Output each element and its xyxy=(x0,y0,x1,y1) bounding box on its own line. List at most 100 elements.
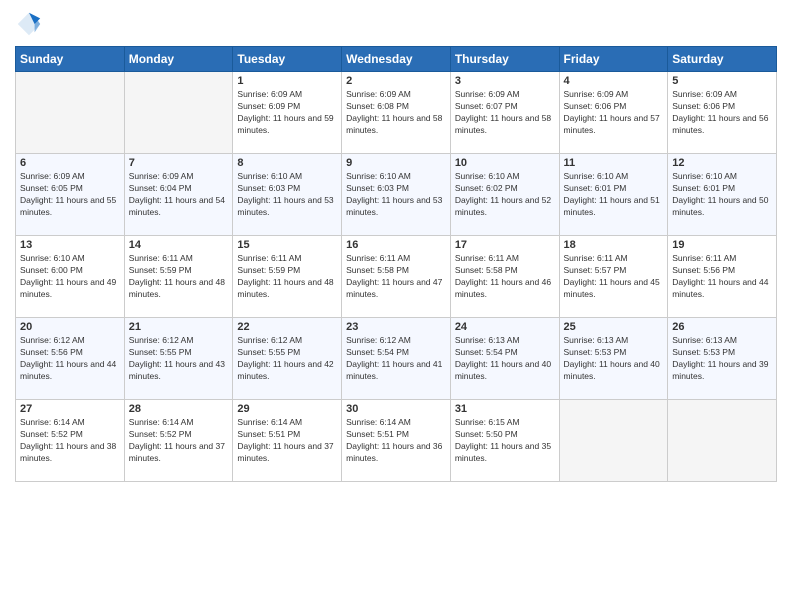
calendar-cell: 3 Sunrise: 6:09 AM Sunset: 6:07 PM Daylig… xyxy=(450,72,559,154)
day-info: Sunrise: 6:14 AM Sunset: 5:52 PM Dayligh… xyxy=(129,417,229,465)
calendar-header-tuesday: Tuesday xyxy=(233,47,342,72)
day-number: 4 xyxy=(564,75,664,87)
day-info: Sunrise: 6:13 AM Sunset: 5:53 PM Dayligh… xyxy=(564,335,664,383)
day-number: 15 xyxy=(237,239,337,251)
day-number: 20 xyxy=(20,321,120,333)
day-number: 5 xyxy=(672,75,772,87)
logo xyxy=(15,10,47,38)
day-number: 21 xyxy=(129,321,229,333)
day-info: Sunrise: 6:09 AM Sunset: 6:04 PM Dayligh… xyxy=(129,171,229,219)
day-info: Sunrise: 6:10 AM Sunset: 6:00 PM Dayligh… xyxy=(20,253,120,301)
calendar-cell: 21 Sunrise: 6:12 AM Sunset: 5:55 PM Dayli… xyxy=(124,318,233,400)
calendar-cell: 27 Sunrise: 6:14 AM Sunset: 5:52 PM Dayli… xyxy=(16,400,125,482)
day-number: 11 xyxy=(564,157,664,169)
calendar-week-row: 27 Sunrise: 6:14 AM Sunset: 5:52 PM Dayli… xyxy=(16,400,777,482)
calendar-cell: 4 Sunrise: 6:09 AM Sunset: 6:06 PM Daylig… xyxy=(559,72,668,154)
calendar-cell: 17 Sunrise: 6:11 AM Sunset: 5:58 PM Dayli… xyxy=(450,236,559,318)
day-number: 26 xyxy=(672,321,772,333)
day-info: Sunrise: 6:12 AM Sunset: 5:56 PM Dayligh… xyxy=(20,335,120,383)
calendar-cell: 8 Sunrise: 6:10 AM Sunset: 6:03 PM Daylig… xyxy=(233,154,342,236)
calendar-header-sunday: Sunday xyxy=(16,47,125,72)
day-number: 23 xyxy=(346,321,446,333)
calendar-cell: 26 Sunrise: 6:13 AM Sunset: 5:53 PM Dayli… xyxy=(668,318,777,400)
calendar-week-row: 13Sunrise: 6:10 AM Sunset: 6:00 PM Dayli… xyxy=(16,236,777,318)
day-number: 8 xyxy=(237,157,337,169)
calendar-cell: 7Sunrise: 6:09 AM Sunset: 6:04 PM Daylig… xyxy=(124,154,233,236)
calendar-header-friday: Friday xyxy=(559,47,668,72)
day-number: 3 xyxy=(455,75,555,87)
day-info: Sunrise: 6:11 AM Sunset: 5:58 PM Dayligh… xyxy=(455,253,555,301)
day-info: Sunrise: 6:10 AM Sunset: 6:03 PM Dayligh… xyxy=(237,171,337,219)
day-info: Sunrise: 6:10 AM Sunset: 6:01 PM Dayligh… xyxy=(672,171,772,219)
day-info: Sunrise: 6:09 AM Sunset: 6:09 PM Dayligh… xyxy=(237,89,337,137)
calendar-cell: 9Sunrise: 6:10 AM Sunset: 6:03 PM Daylig… xyxy=(342,154,451,236)
calendar-cell: 19 Sunrise: 6:11 AM Sunset: 5:56 PM Dayli… xyxy=(668,236,777,318)
day-info: Sunrise: 6:14 AM Sunset: 5:51 PM Dayligh… xyxy=(346,417,446,465)
day-number: 14 xyxy=(129,239,229,251)
day-number: 19 xyxy=(672,239,772,251)
calendar-header-saturday: Saturday xyxy=(668,47,777,72)
day-info: Sunrise: 6:13 AM Sunset: 5:54 PM Dayligh… xyxy=(455,335,555,383)
calendar-week-row: 1 Sunrise: 6:09 AM Sunset: 6:09 PM Daylig… xyxy=(16,72,777,154)
day-number: 30 xyxy=(346,403,446,415)
day-info: Sunrise: 6:12 AM Sunset: 5:55 PM Dayligh… xyxy=(129,335,229,383)
logo-icon xyxy=(15,10,43,38)
calendar-cell: 24 Sunrise: 6:13 AM Sunset: 5:54 PM Dayli… xyxy=(450,318,559,400)
calendar-cell: 6Sunrise: 6:09 AM Sunset: 6:05 PM Daylig… xyxy=(16,154,125,236)
calendar-cell xyxy=(559,400,668,482)
day-number: 28 xyxy=(129,403,229,415)
calendar-cell: 30 Sunrise: 6:14 AM Sunset: 5:51 PM Dayli… xyxy=(342,400,451,482)
day-number: 1 xyxy=(237,75,337,87)
calendar-cell: 20 Sunrise: 6:12 AM Sunset: 5:56 PM Dayli… xyxy=(16,318,125,400)
calendar-week-row: 6Sunrise: 6:09 AM Sunset: 6:05 PM Daylig… xyxy=(16,154,777,236)
day-number: 24 xyxy=(455,321,555,333)
calendar-cell: 5 Sunrise: 6:09 AM Sunset: 6:06 PM Daylig… xyxy=(668,72,777,154)
calendar-cell: 25Sunrise: 6:13 AM Sunset: 5:53 PM Dayli… xyxy=(559,318,668,400)
day-number: 29 xyxy=(237,403,337,415)
day-number: 22 xyxy=(237,321,337,333)
calendar-header-wednesday: Wednesday xyxy=(342,47,451,72)
day-info: Sunrise: 6:10 AM Sunset: 6:02 PM Dayligh… xyxy=(455,171,555,219)
calendar-cell: 28 Sunrise: 6:14 AM Sunset: 5:52 PM Dayli… xyxy=(124,400,233,482)
day-number: 17 xyxy=(455,239,555,251)
calendar-table: SundayMondayTuesdayWednesdayThursdayFrid… xyxy=(15,46,777,482)
calendar-cell xyxy=(124,72,233,154)
day-number: 10 xyxy=(455,157,555,169)
calendar-header-row: SundayMondayTuesdayWednesdayThursdayFrid… xyxy=(16,47,777,72)
calendar-cell: 18Sunrise: 6:11 AM Sunset: 5:57 PM Dayli… xyxy=(559,236,668,318)
day-number: 6 xyxy=(20,157,120,169)
calendar-cell: 10 Sunrise: 6:10 AM Sunset: 6:02 PM Dayli… xyxy=(450,154,559,236)
calendar-week-row: 20 Sunrise: 6:12 AM Sunset: 5:56 PM Dayli… xyxy=(16,318,777,400)
page-container: SundayMondayTuesdayWednesdayThursdayFrid… xyxy=(0,0,792,612)
calendar-cell: 12 Sunrise: 6:10 AM Sunset: 6:01 PM Dayli… xyxy=(668,154,777,236)
calendar-cell: 11 Sunrise: 6:10 AM Sunset: 6:01 PM Dayli… xyxy=(559,154,668,236)
day-number: 2 xyxy=(346,75,446,87)
calendar-cell: 16Sunrise: 6:11 AM Sunset: 5:58 PM Dayli… xyxy=(342,236,451,318)
calendar-cell xyxy=(668,400,777,482)
day-info: Sunrise: 6:11 AM Sunset: 5:59 PM Dayligh… xyxy=(237,253,337,301)
day-info: Sunrise: 6:09 AM Sunset: 6:07 PM Dayligh… xyxy=(455,89,555,137)
day-info: Sunrise: 6:14 AM Sunset: 5:51 PM Dayligh… xyxy=(237,417,337,465)
calendar-cell: 31Sunrise: 6:15 AM Sunset: 5:50 PM Dayli… xyxy=(450,400,559,482)
calendar-cell: 13Sunrise: 6:10 AM Sunset: 6:00 PM Dayli… xyxy=(16,236,125,318)
day-info: Sunrise: 6:11 AM Sunset: 5:58 PM Dayligh… xyxy=(346,253,446,301)
day-info: Sunrise: 6:11 AM Sunset: 5:56 PM Dayligh… xyxy=(672,253,772,301)
day-info: Sunrise: 6:10 AM Sunset: 6:01 PM Dayligh… xyxy=(564,171,664,219)
calendar-header-monday: Monday xyxy=(124,47,233,72)
header xyxy=(15,10,777,38)
day-info: Sunrise: 6:13 AM Sunset: 5:53 PM Dayligh… xyxy=(672,335,772,383)
day-info: Sunrise: 6:14 AM Sunset: 5:52 PM Dayligh… xyxy=(20,417,120,465)
day-info: Sunrise: 6:09 AM Sunset: 6:06 PM Dayligh… xyxy=(564,89,664,137)
day-number: 12 xyxy=(672,157,772,169)
day-info: Sunrise: 6:09 AM Sunset: 6:08 PM Dayligh… xyxy=(346,89,446,137)
calendar-cell: 1 Sunrise: 6:09 AM Sunset: 6:09 PM Daylig… xyxy=(233,72,342,154)
day-info: Sunrise: 6:11 AM Sunset: 5:57 PM Dayligh… xyxy=(564,253,664,301)
day-info: Sunrise: 6:09 AM Sunset: 6:06 PM Dayligh… xyxy=(672,89,772,137)
calendar-cell xyxy=(16,72,125,154)
calendar-cell: 2 Sunrise: 6:09 AM Sunset: 6:08 PM Daylig… xyxy=(342,72,451,154)
day-info: Sunrise: 6:10 AM Sunset: 6:03 PM Dayligh… xyxy=(346,171,446,219)
calendar-cell: 23Sunrise: 6:12 AM Sunset: 5:54 PM Dayli… xyxy=(342,318,451,400)
calendar-cell: 15 Sunrise: 6:11 AM Sunset: 5:59 PM Dayli… xyxy=(233,236,342,318)
day-number: 31 xyxy=(455,403,555,415)
day-number: 27 xyxy=(20,403,120,415)
